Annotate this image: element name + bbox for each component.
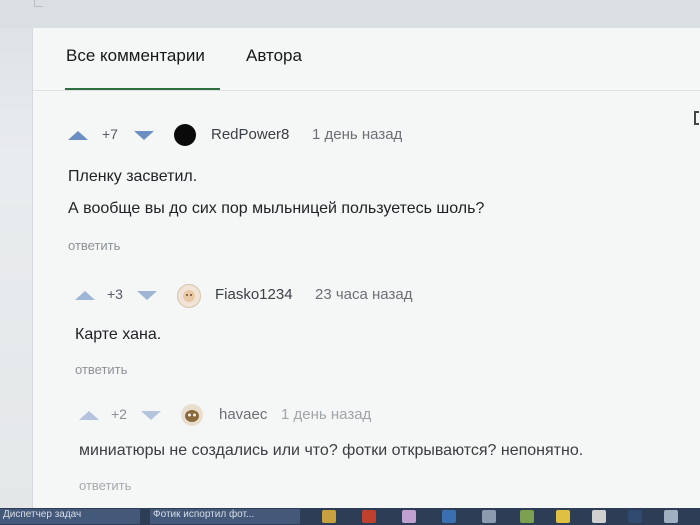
downvote-icon[interactable] xyxy=(141,411,161,420)
comment-text-line: Карте хана. xyxy=(75,326,162,343)
comment-timestamp: 1 день назад xyxy=(312,126,403,143)
taskbar-browser-window[interactable]: Фотик испортил фот... xyxy=(150,509,300,524)
tab-all-comments[interactable]: Все комментарии xyxy=(66,46,205,66)
comment-text-line: миниатюры не создались или что? фотки от… xyxy=(79,442,584,459)
downvote-icon[interactable] xyxy=(134,131,154,140)
upvote-icon[interactable] xyxy=(75,291,95,300)
tab-author[interactable]: Автора xyxy=(246,46,302,66)
cartoon-icon xyxy=(185,410,199,422)
app-icon[interactable] xyxy=(362,510,376,523)
comment-text-line: Пленку засветил. xyxy=(68,168,198,185)
comment-timestamp: 23 часа назад xyxy=(315,286,413,303)
edge-bracket-icon xyxy=(694,111,699,125)
page-corner-marker xyxy=(34,0,43,7)
comment-havaec: +2 havaec 1 день назад миниатюры не созд… xyxy=(79,404,679,504)
downvote-icon[interactable] xyxy=(137,291,157,300)
active-tab-indicator xyxy=(65,88,220,90)
reply-link[interactable]: ответить xyxy=(75,362,127,377)
taskbar: Диспетчер задач Фотик испортил фот... xyxy=(0,508,700,525)
reply-link[interactable]: ответить xyxy=(79,478,131,493)
app-icon[interactable] xyxy=(402,510,416,523)
user-avatar-icon[interactable] xyxy=(181,404,203,426)
folder-icon[interactable] xyxy=(322,510,336,523)
comment-rating: +2 xyxy=(111,406,127,422)
comment-username[interactable]: RedPower8 xyxy=(211,126,289,143)
comment-rating: +7 xyxy=(102,126,118,142)
comments-panel: Все комментарии Автора +7 RedPower8 1 де… xyxy=(32,28,700,508)
upvote-icon[interactable] xyxy=(79,411,99,420)
screen: Все комментарии Автора +7 RedPower8 1 де… xyxy=(0,0,700,525)
comment-rating: +3 xyxy=(107,286,123,302)
comment-redpower8: +7 RedPower8 1 день назад Пленку засвети… xyxy=(68,124,688,254)
top-strip xyxy=(0,0,700,28)
upvote-icon[interactable] xyxy=(68,131,88,140)
comment-username[interactable]: Fiasko1234 xyxy=(215,286,293,303)
comment-text-line: А вообще вы до сих пор мыльницей пользуе… xyxy=(68,200,485,217)
app-icon[interactable] xyxy=(664,510,678,523)
taskbar-task-manager[interactable]: Диспетчер задач xyxy=(0,509,140,524)
app-icon[interactable] xyxy=(592,510,606,523)
app-icon[interactable] xyxy=(442,510,456,523)
user-avatar-icon[interactable] xyxy=(174,124,196,146)
face-icon xyxy=(183,290,195,302)
comment-username[interactable]: havaec xyxy=(219,406,267,423)
comment-fiasko1234: +3 Fiasko1234 23 часа назад Карте хана. … xyxy=(75,284,675,384)
comment-tabs: Все комментарии Автора xyxy=(33,28,700,91)
app-icon[interactable] xyxy=(520,510,534,523)
comment-timestamp: 1 день назад xyxy=(281,406,372,423)
app-icon[interactable] xyxy=(482,510,496,523)
reply-link[interactable]: ответить xyxy=(68,238,120,253)
app-icon[interactable] xyxy=(556,510,570,523)
steam-icon[interactable] xyxy=(628,510,642,523)
user-avatar-icon[interactable] xyxy=(177,284,201,308)
